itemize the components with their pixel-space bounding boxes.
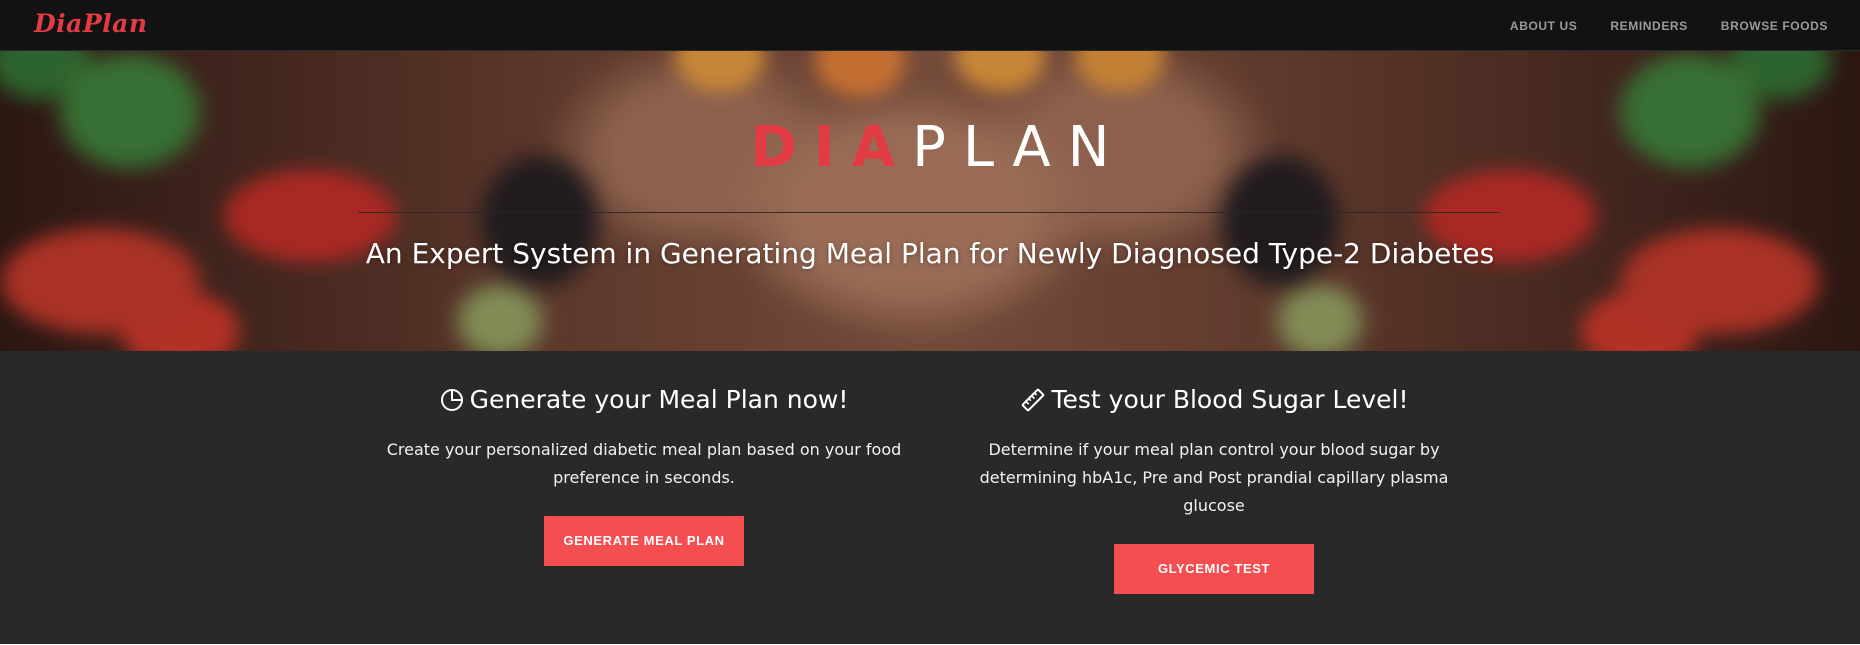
- meal-plan-card: Generate your Meal Plan now! Create your…: [364, 351, 924, 566]
- nav-links: ABOUT US REMINDERS BROWSE FOODS: [1510, 0, 1828, 51]
- brand-logo[interactable]: DiaPlan: [34, 9, 148, 38]
- hero-title: DIAPLAN: [0, 120, 1860, 176]
- hero-overlay: [0, 51, 1860, 351]
- top-navbar: DiaPlan ABOUT US REMINDERS BROWSE FOODS: [0, 0, 1860, 51]
- glycemic-test-button[interactable]: GLYCEMIC TEST: [1114, 544, 1314, 594]
- meal-plan-heading: Generate your Meal Plan now!: [364, 385, 924, 414]
- nav-link-reminders[interactable]: REMINDERS: [1610, 19, 1687, 33]
- generate-meal-plan-button[interactable]: GENERATE MEAL PLAN: [544, 516, 744, 566]
- ruler-icon: [1020, 387, 1046, 413]
- glycemic-test-card: Test your Blood Sugar Level! Determine i…: [934, 351, 1494, 594]
- glycemic-test-description: Determine if your meal plan control your…: [979, 440, 1449, 515]
- glycemic-test-heading-text: Test your Blood Sugar Level!: [1051, 385, 1409, 414]
- pie-chart-icon: [440, 388, 464, 412]
- nav-link-about-us[interactable]: ABOUT US: [1510, 19, 1577, 33]
- hero-title-rest: PLAN: [912, 115, 1127, 180]
- glycemic-test-heading: Test your Blood Sugar Level!: [934, 385, 1494, 414]
- hero-divider: [358, 212, 1500, 213]
- meal-plan-heading-text: Generate your Meal Plan now!: [469, 385, 849, 414]
- nav-link-browse-foods[interactable]: BROWSE FOODS: [1721, 19, 1828, 33]
- hero-banner: DIAPLAN An Expert System in Generating M…: [0, 51, 1860, 351]
- meal-plan-description: Create your personalized diabetic meal p…: [386, 440, 902, 487]
- services-section: Generate your Meal Plan now! Create your…: [0, 351, 1860, 644]
- hero-title-accent: DIA: [750, 115, 913, 180]
- hero-subtitle: An Expert System in Generating Meal Plan…: [365, 237, 1495, 270]
